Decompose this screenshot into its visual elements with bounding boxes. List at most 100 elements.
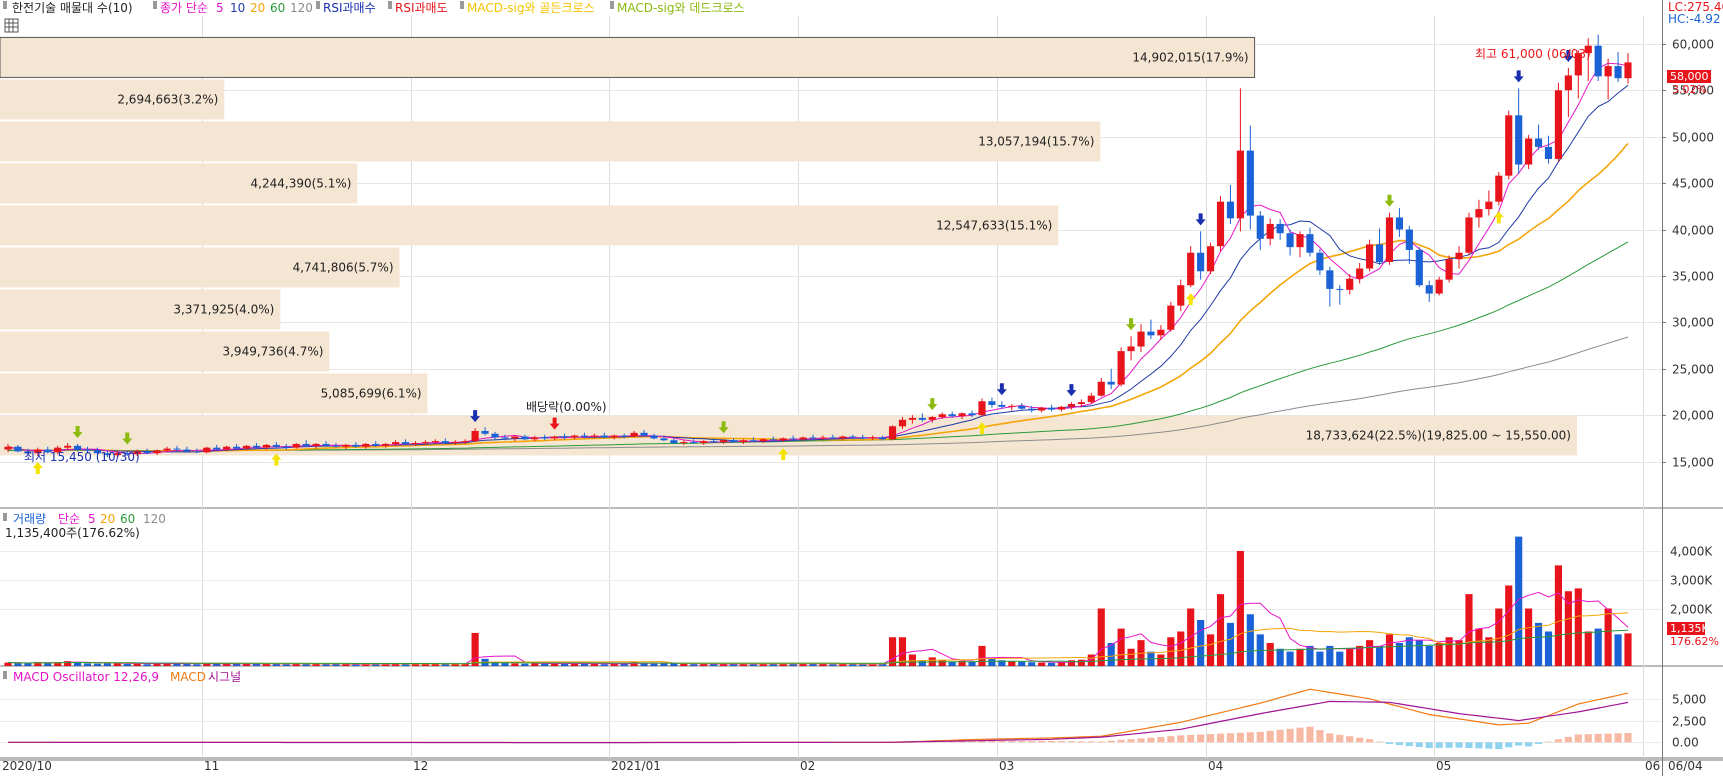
macd-oscillator-bar xyxy=(1534,742,1543,745)
volume-bar xyxy=(978,645,986,666)
volume-bar xyxy=(451,664,459,666)
volume-bar xyxy=(680,663,688,666)
volume-bar xyxy=(1057,662,1066,666)
candle-body xyxy=(203,447,211,453)
ma-5: 5 xyxy=(216,1,224,15)
volume-bar xyxy=(133,663,141,666)
candle-body xyxy=(1226,201,1235,219)
candle-body xyxy=(879,437,887,440)
volume-bar xyxy=(1604,608,1612,666)
candle-body xyxy=(1147,331,1155,336)
volume-bar xyxy=(193,664,201,666)
candle-body xyxy=(501,437,509,439)
volume-bar xyxy=(14,663,22,666)
volume-bar xyxy=(511,663,519,666)
candle-body xyxy=(332,445,340,447)
candle-body xyxy=(342,444,350,447)
ma-20: 20 xyxy=(250,1,265,15)
candle-body xyxy=(700,441,708,444)
volume-ma-20: 20 xyxy=(100,512,115,526)
date-tick: 02 xyxy=(800,759,815,773)
volume-bar xyxy=(183,663,191,666)
current-price: 58,000 xyxy=(1670,70,1709,83)
macd-osc-label[interactable]: MACD Oscillator 12,26,9 xyxy=(13,670,159,684)
volume-title[interactable]: 거래량 xyxy=(13,512,46,526)
table-icon[interactable] xyxy=(4,18,19,33)
volume-bar xyxy=(1614,634,1622,666)
profile-label: 5,085,699(6.1%) xyxy=(321,386,422,400)
volume-bar xyxy=(233,663,241,666)
profile-label: 2,694,663(3.2%) xyxy=(117,92,218,106)
profile-label: 12,547,633(15.1%) xyxy=(936,218,1052,232)
rsi-buy-label[interactable]: RSI과매수 xyxy=(323,1,376,15)
volume-current: 1,135K xyxy=(1670,622,1709,635)
volume-bar xyxy=(1554,565,1563,666)
macd-oscillator-bar xyxy=(1067,741,1076,743)
candle-body xyxy=(1505,115,1513,176)
macd-dead-label[interactable]: MACD-sig와 데드크로스 xyxy=(617,1,745,15)
candle-body xyxy=(4,446,12,450)
candle-body xyxy=(720,440,728,443)
macd-oscillator-bar xyxy=(1057,741,1066,743)
candle-body xyxy=(1137,331,1145,347)
current-change: 3.02% xyxy=(1672,83,1707,96)
price-tick-label: 25,000 xyxy=(1672,363,1714,377)
candle-body xyxy=(1206,246,1215,272)
macd-oscillator-bar xyxy=(1485,742,1493,749)
candle-body xyxy=(948,414,956,417)
candle-body xyxy=(938,414,946,418)
candle-body xyxy=(869,437,877,439)
macd-oscillator-bar xyxy=(1246,732,1254,743)
candle-body xyxy=(441,441,449,444)
candle-body xyxy=(1356,268,1364,279)
macd-oscillator-bar xyxy=(1415,742,1423,748)
candle-body xyxy=(640,432,648,436)
candle-body xyxy=(1216,201,1225,247)
macd-oscillator-bar xyxy=(1614,733,1622,743)
macd-oscillator-bar xyxy=(1077,741,1085,743)
volume-bar xyxy=(1425,645,1433,666)
macd-oscillator-bar xyxy=(1574,734,1582,743)
candle-body xyxy=(491,433,499,438)
macd-gold-label[interactable]: MACD-sig와 골든크로스 xyxy=(467,1,595,15)
ma-label[interactable]: 종가 단순 xyxy=(160,1,208,15)
macd-tick-label: 5,000 xyxy=(1672,693,1706,707)
volume-bar xyxy=(143,664,151,666)
candle-body xyxy=(302,443,310,446)
candle-body xyxy=(521,436,529,440)
candle-body xyxy=(1445,259,1453,280)
macd-oscillator-bar xyxy=(1316,729,1324,743)
candle-body xyxy=(739,440,748,443)
volume-bar xyxy=(73,662,82,666)
macd-oscillator-bar xyxy=(1097,741,1105,743)
volume-bar xyxy=(690,664,698,666)
candle-body xyxy=(421,442,430,444)
volume-bar xyxy=(322,664,330,666)
candle-body xyxy=(799,437,807,440)
candle-body xyxy=(451,442,459,444)
rsi-sell-label[interactable]: RSI과매도 xyxy=(395,1,448,15)
macd-oscillator-bar xyxy=(1465,742,1473,749)
volume-bar xyxy=(1246,614,1254,666)
candle-body xyxy=(859,437,867,439)
macd-oscillator-bar xyxy=(1028,741,1036,743)
candle-body xyxy=(729,440,738,443)
volume-bar xyxy=(1266,643,1274,666)
candle-body xyxy=(242,445,251,449)
indicator-label[interactable]: 한전기술 매물대 수(10) xyxy=(12,1,133,15)
candle-body xyxy=(759,439,767,442)
candle-body xyxy=(1018,405,1026,409)
candle-body xyxy=(551,436,559,439)
macd-oscillator-bar xyxy=(1445,742,1453,748)
candle-body xyxy=(1425,285,1433,294)
candle-body xyxy=(670,440,678,444)
macd-oscillator-bar xyxy=(1236,732,1244,743)
date-tick: 12 xyxy=(413,759,428,773)
volume-bar xyxy=(521,663,529,666)
candle-body xyxy=(431,441,439,443)
volume-bar xyxy=(1197,620,1205,666)
candle-body xyxy=(1266,223,1274,239)
volume-bar xyxy=(1336,651,1344,666)
hc-readout: HC:-4.92 xyxy=(1668,12,1721,26)
candle-body xyxy=(918,417,926,420)
